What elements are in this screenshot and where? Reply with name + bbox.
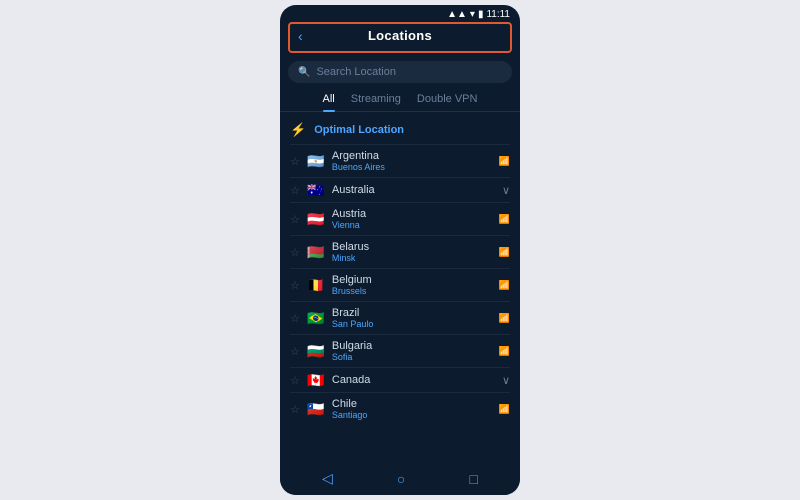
list-item[interactable]: ☆ 🇨🇱 Chile Santiago 📶 (280, 393, 520, 425)
signal-bars: ▲▲ (447, 9, 467, 20)
status-icons: ▲▲ ▾ ▮ 11:11 (447, 9, 510, 20)
chevron-down-icon[interactable]: ∨ (502, 374, 510, 387)
optimal-label: Optimal Location (314, 124, 404, 136)
nav-recents-icon[interactable]: □ (469, 471, 477, 487)
nav-home-icon[interactable]: ○ (397, 471, 405, 487)
flag-brazil: 🇧🇷 (306, 311, 326, 325)
lightning-icon: ⚡ (290, 122, 306, 138)
back-button[interactable]: ‹ (298, 28, 303, 44)
list-item[interactable]: ☆ 🇦🇷 Argentina Buenos Aires 📶 (280, 145, 520, 177)
list-item[interactable]: ☆ 🇧🇷 Brazil San Paulo 📶 (280, 302, 520, 334)
star-icon[interactable]: ☆ (290, 155, 300, 168)
location-info-australia: Australia (332, 184, 496, 196)
signal-icon: 📶 (499, 313, 510, 324)
location-info-argentina: Argentina Buenos Aires (332, 150, 493, 172)
flag-argentina: 🇦🇷 (306, 154, 326, 168)
tab-all[interactable]: All (323, 93, 335, 111)
signal-icon: 📶 (499, 346, 510, 357)
phone-container: ▲▲ ▾ ▮ 11:11 ‹ Locations 🔍 Search Locati… (280, 5, 520, 495)
list-item[interactable]: ☆ 🇧🇬 Bulgaria Sofia 📶 (280, 335, 520, 367)
battery-icon: ▮ (478, 9, 484, 20)
star-icon[interactable]: ☆ (290, 213, 300, 226)
list-item[interactable]: ☆ 🇦🇹 Austria Vienna 📶 (280, 203, 520, 235)
star-icon[interactable]: ☆ (290, 345, 300, 358)
star-icon[interactable]: ☆ (290, 184, 300, 197)
location-info-canada: Canada (332, 374, 496, 386)
signal-icon: 📶 (499, 214, 510, 225)
search-icon: 🔍 (298, 67, 310, 78)
tab-streaming[interactable]: Streaming (351, 93, 401, 111)
flag-belgium: 🇧🇪 (306, 278, 326, 292)
flag-canada: 🇨🇦 (306, 373, 326, 387)
location-info-bulgaria: Bulgaria Sofia (332, 340, 493, 362)
list-item[interactable]: ☆ 🇦🇺 Australia ∨ (280, 178, 520, 202)
status-bar: ▲▲ ▾ ▮ 11:11 (280, 5, 520, 22)
list-item[interactable]: ☆ 🇧🇪 Belgium Brussels 📶 (280, 269, 520, 301)
header: ‹ Locations (288, 22, 512, 53)
signal-icon: 📶 (499, 404, 510, 415)
time-label: 11:11 (486, 9, 510, 20)
page-title: Locations (368, 28, 432, 43)
signal-icon: 📶 (499, 280, 510, 291)
location-info-belarus: Belarus Minsk (332, 241, 493, 263)
star-icon[interactable]: ☆ (290, 246, 300, 259)
location-list: ⚡ Optimal Location ☆ 🇦🇷 Argentina Buenos… (280, 112, 520, 464)
search-bar[interactable]: 🔍 Search Location (288, 61, 512, 83)
tab-double-vpn[interactable]: Double VPN (417, 93, 478, 111)
optimal-location-item[interactable]: ⚡ Optimal Location (280, 116, 520, 144)
signal-icon: 📶 (499, 247, 510, 258)
flag-australia: 🇦🇺 (306, 183, 326, 197)
star-icon[interactable]: ☆ (290, 312, 300, 325)
location-info-austria: Austria Vienna (332, 208, 493, 230)
nav-bar: ◁ ○ □ (280, 464, 520, 495)
signal-icon: 📶 (499, 156, 510, 167)
tabs-container: All Streaming Double VPN (280, 89, 520, 112)
flag-belarus: 🇧🇾 (306, 245, 326, 259)
list-item[interactable]: ☆ 🇨🇦 Canada ∨ (280, 368, 520, 392)
search-input[interactable]: Search Location (316, 66, 396, 78)
star-icon[interactable]: ☆ (290, 403, 300, 416)
location-info-chile: Chile Santiago (332, 398, 493, 420)
star-icon[interactable]: ☆ (290, 374, 300, 387)
location-info-brazil: Brazil San Paulo (332, 307, 493, 329)
nav-back-icon[interactable]: ◁ (322, 470, 333, 487)
location-info-belgium: Belgium Brussels (332, 274, 493, 296)
flag-austria: 🇦🇹 (306, 212, 326, 226)
flag-bulgaria: 🇧🇬 (306, 344, 326, 358)
star-icon[interactable]: ☆ (290, 279, 300, 292)
wifi-icon: ▾ (470, 9, 475, 20)
chevron-down-icon[interactable]: ∨ (502, 184, 510, 197)
list-item[interactable]: ☆ 🇧🇾 Belarus Minsk 📶 (280, 236, 520, 268)
flag-chile: 🇨🇱 (306, 402, 326, 416)
